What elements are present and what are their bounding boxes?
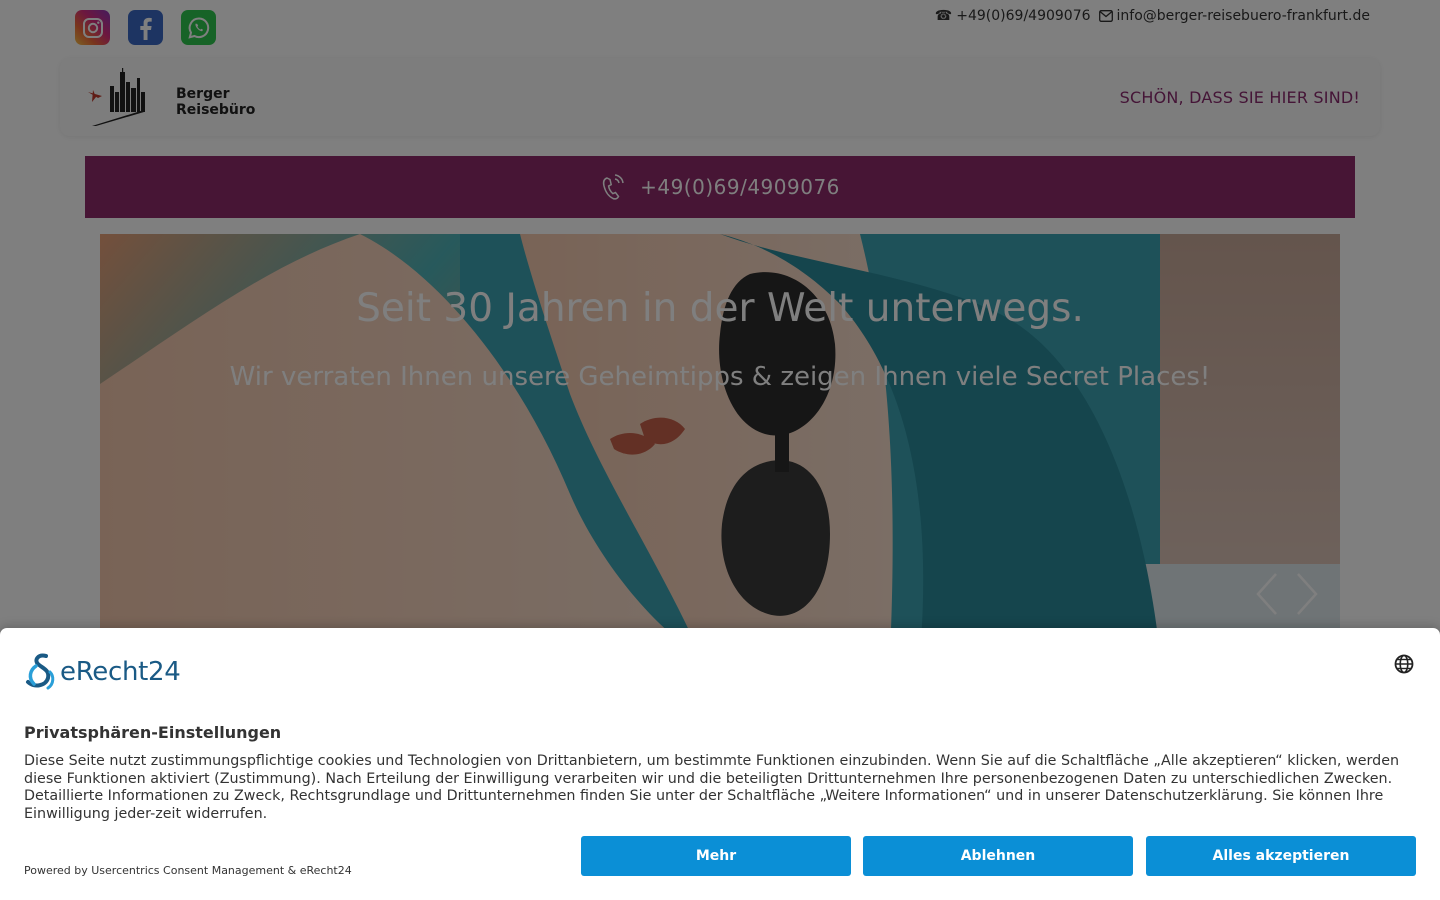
language-globe-icon[interactable]	[1394, 654, 1414, 674]
deny-button[interactable]: Ablehnen	[863, 836, 1133, 876]
cookie-consent-banner: eRecht24 Privatsphären-Einstellungen Die…	[0, 628, 1440, 900]
more-button[interactable]: Mehr	[581, 836, 851, 876]
erecht24-logo: eRecht24	[24, 652, 181, 692]
erecht24-brand-text: eRecht24	[60, 657, 181, 687]
powered-by-text: Powered by Usercentrics Consent Manageme…	[24, 864, 352, 877]
erecht24-symbol-icon	[26, 653, 55, 690]
consent-title: Privatsphären-Einstellungen	[24, 723, 282, 742]
consent-description: Diese Seite nutzt zustimmungspflichtige …	[24, 753, 1400, 822]
accept-all-button[interactable]: Alles akzeptieren	[1146, 836, 1416, 876]
